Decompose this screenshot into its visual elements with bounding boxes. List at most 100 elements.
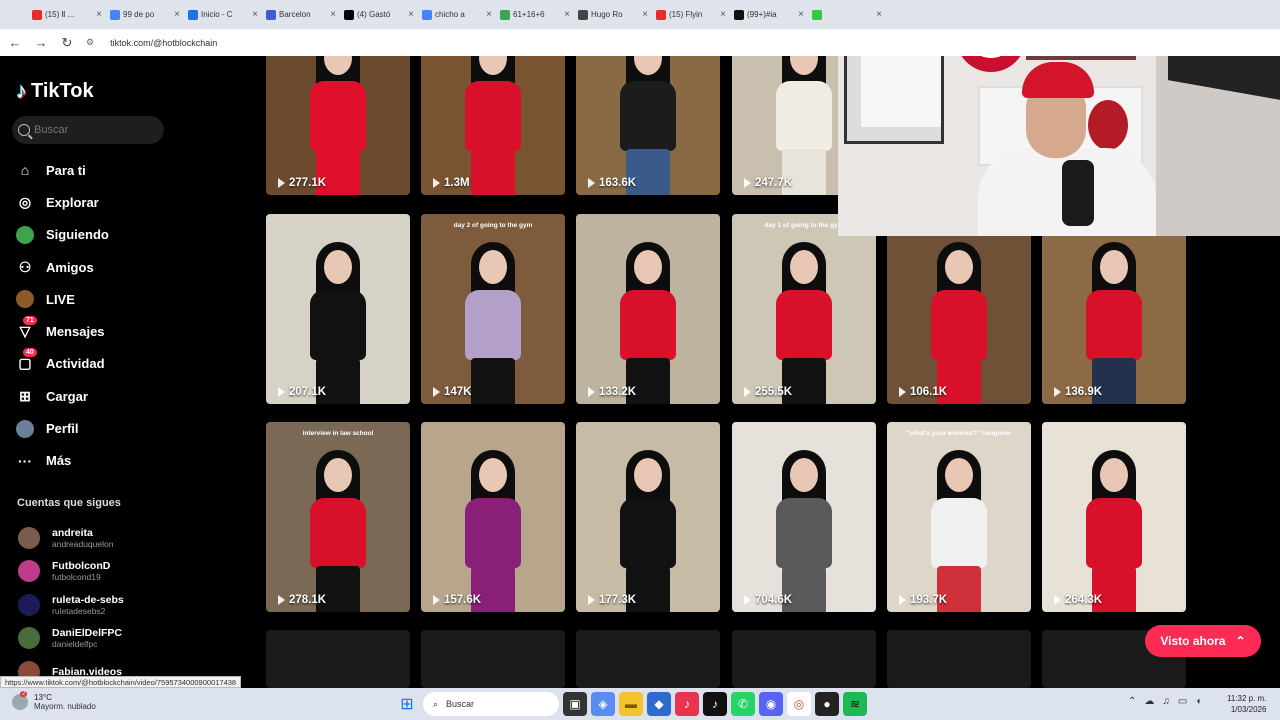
nav-item-cargar[interactable]: ⊞ Cargar <box>16 380 109 412</box>
browser-tab[interactable]: (15) Ⅱ ... × <box>28 4 106 26</box>
browser-tab[interactable]: 61+16+6 × <box>496 4 574 26</box>
browser-tab[interactable]: Barcelon × <box>262 4 340 26</box>
task-view-icon[interactable]: ▣ <box>563 692 587 716</box>
tab-close-icon[interactable]: × <box>96 9 102 20</box>
video-caption: "what's your workout?" hangover <box>906 430 1012 437</box>
search-input[interactable] <box>34 124 154 136</box>
video-thumbnail[interactable]: day 1 of going to the gym 255.5K <box>732 214 876 404</box>
weather-cloud-icon: 2 <box>12 691 28 710</box>
clock[interactable]: 11:32 p. m. 1/03/2026 <box>1227 693 1266 715</box>
browser-tab[interactable]: 99 de po × <box>106 4 184 26</box>
volume-icon[interactable]: ◖ <box>1195 696 1201 707</box>
tab-close-icon[interactable]: × <box>564 9 570 20</box>
view-count: 147K <box>433 386 472 398</box>
reload-icon[interactable]: ↻ <box>60 35 74 51</box>
following-account[interactable]: ruleta-de-sebs ruletadesebs2 <box>18 588 124 622</box>
spotify-icon[interactable]: ≋ <box>843 692 867 716</box>
following-account[interactable]: andreita andreaduquelon <box>18 521 124 555</box>
browser-tab[interactable]: chicho a × <box>418 4 496 26</box>
search-box[interactable] <box>12 116 164 144</box>
weather-widget[interactable]: 2 13°C Mayorm. nublado <box>12 691 96 711</box>
tab-favicon-icon <box>188 9 198 20</box>
browser-tab[interactable]: (15) Flyin × <box>652 4 730 26</box>
logo-text: TikTok <box>31 79 94 102</box>
video-thumbnail[interactable]: "what's your workout?" hangover 193.7K <box>887 422 1031 612</box>
whatsapp-icon[interactable]: ✆ <box>731 692 755 716</box>
video-thumbnail[interactable]: 157.6K <box>421 422 565 612</box>
url-field[interactable]: tiktok.com/@hotblockchain <box>110 38 217 48</box>
following-header: Cuentas que sigues <box>17 497 121 509</box>
view-count: 277.1K <box>278 177 326 189</box>
tab-title: (15) Flyin <box>669 10 703 19</box>
browser-tab[interactable]: (4) Gastó × <box>340 4 418 26</box>
address-bar: ← → ↻ ⚙ tiktok.com/@hotblockchain <box>0 29 1280 56</box>
forward-icon[interactable]: → <box>34 35 48 50</box>
tiktok-red-icon[interactable]: ♪ <box>675 692 699 716</box>
tab-title: (99+)#ia <box>747 10 777 19</box>
tab-close-icon[interactable]: × <box>252 9 258 20</box>
nav-item-para-ti[interactable]: ⌂ Para ti <box>16 154 109 186</box>
video-thumbnail[interactable]: 136.9K <box>1042 214 1186 404</box>
nav-item-actividad[interactable]: ▢ 40 Actividad <box>16 347 109 380</box>
tab-close-icon[interactable]: × <box>642 9 648 20</box>
nav-item-más[interactable]: ··· Más <box>16 445 109 477</box>
tiktok-icon[interactable]: ♪ <box>703 692 727 716</box>
thumbnail-subject <box>457 242 529 404</box>
view-count: 704.6K <box>744 594 792 606</box>
back-icon[interactable]: ← <box>8 35 22 50</box>
following-account[interactable]: FutbolconD futbolcond19 <box>18 555 124 589</box>
nav-item-siguiendo[interactable]: Siguiendo <box>16 219 109 251</box>
browser-tab[interactable]: Inicio - C × <box>184 4 262 26</box>
nav-item-explorar[interactable]: ◎ Explorar <box>16 186 109 218</box>
obs-icon[interactable]: ● <box>815 692 839 716</box>
thumbnail-subject <box>768 450 840 612</box>
play-icon <box>588 178 595 188</box>
view-count-label: 157.6K <box>444 594 482 606</box>
following-account[interactable]: DaniElDelFPC danieldelfpc <box>18 622 124 656</box>
nav-item-mensajes[interactable]: ▽ 71 Mensajes <box>16 315 109 347</box>
browser-tab[interactable]: (99+)#ia × <box>730 4 808 26</box>
video-thumbnail[interactable]: day 2 of going to the gym 147K <box>421 214 565 404</box>
display-icon[interactable]: ▭ <box>1178 696 1187 707</box>
tab-close-icon[interactable]: × <box>876 9 882 20</box>
play-icon <box>899 595 906 605</box>
browser-tab[interactable]: Hugo Ro × <box>574 4 652 26</box>
thumbnail-subject <box>457 33 529 195</box>
windows-start-icon[interactable]: ⊞ <box>395 692 419 716</box>
store-icon[interactable]: ◆ <box>647 692 671 716</box>
tray-chevron-icon[interactable]: ⌃ <box>1128 696 1136 707</box>
video-thumbnail[interactable]: "why do you have a link in bio?"106.1K <box>887 214 1031 404</box>
video-thumbnail[interactable]: 177.3K <box>576 422 720 612</box>
tab-close-icon[interactable]: × <box>720 9 726 20</box>
copilot-icon[interactable]: ◈ <box>591 692 615 716</box>
taskbar-search[interactable]: ⌕ Buscar <box>423 692 559 716</box>
video-thumbnail[interactable]: 264.3K <box>1042 422 1186 612</box>
video-thumbnail[interactable]: 133.2K <box>576 214 720 404</box>
tab-title: Hugo Ro <box>591 10 623 19</box>
nav-item-amigos[interactable]: ⚇ Amigos <box>16 251 109 283</box>
view-count: 177.3K <box>588 594 636 606</box>
tab-close-icon[interactable]: × <box>174 9 180 20</box>
mic-icon[interactable]: ♫ <box>1162 696 1170 707</box>
video-thumbnail[interactable]: 704.6K <box>732 422 876 612</box>
tab-close-icon[interactable]: × <box>330 9 336 20</box>
tab-close-icon[interactable]: × <box>798 9 804 20</box>
watched-now-button[interactable]: Visto ahora ⌃ <box>1145 625 1261 657</box>
discord-icon[interactable]: ◉ <box>759 692 783 716</box>
site-info-icon[interactable]: ⚙ <box>86 37 94 48</box>
tab-close-icon[interactable]: × <box>408 9 414 20</box>
thumbnail-subject <box>612 242 684 404</box>
network-icon[interactable]: ☁ <box>1144 696 1154 707</box>
tab-close-icon[interactable]: × <box>486 9 492 20</box>
video-thumbnail[interactable]: 207.1K <box>266 214 410 404</box>
browser-tab[interactable]: × <box>808 4 886 26</box>
tiktok-logo[interactable]: ♪ TikTok <box>16 78 94 104</box>
chrome-icon[interactable]: ◎ <box>787 692 811 716</box>
file-explorer-icon[interactable]: ▬ <box>619 692 643 716</box>
video-thumbnail[interactable]: interview in law school 278.1K <box>266 422 410 612</box>
view-count: 157.6K <box>433 594 481 606</box>
messages-icon: ▽ 71 <box>16 315 37 341</box>
nav-item-perfil[interactable]: Perfil <box>16 412 109 444</box>
nav-item-live[interactable]: LIVE <box>16 283 109 315</box>
tiktok-sidebar: ♪ TikTok ⌂ Para ti ◎ Explorar Siguiendo ⚇ Amig… <box>0 56 245 688</box>
